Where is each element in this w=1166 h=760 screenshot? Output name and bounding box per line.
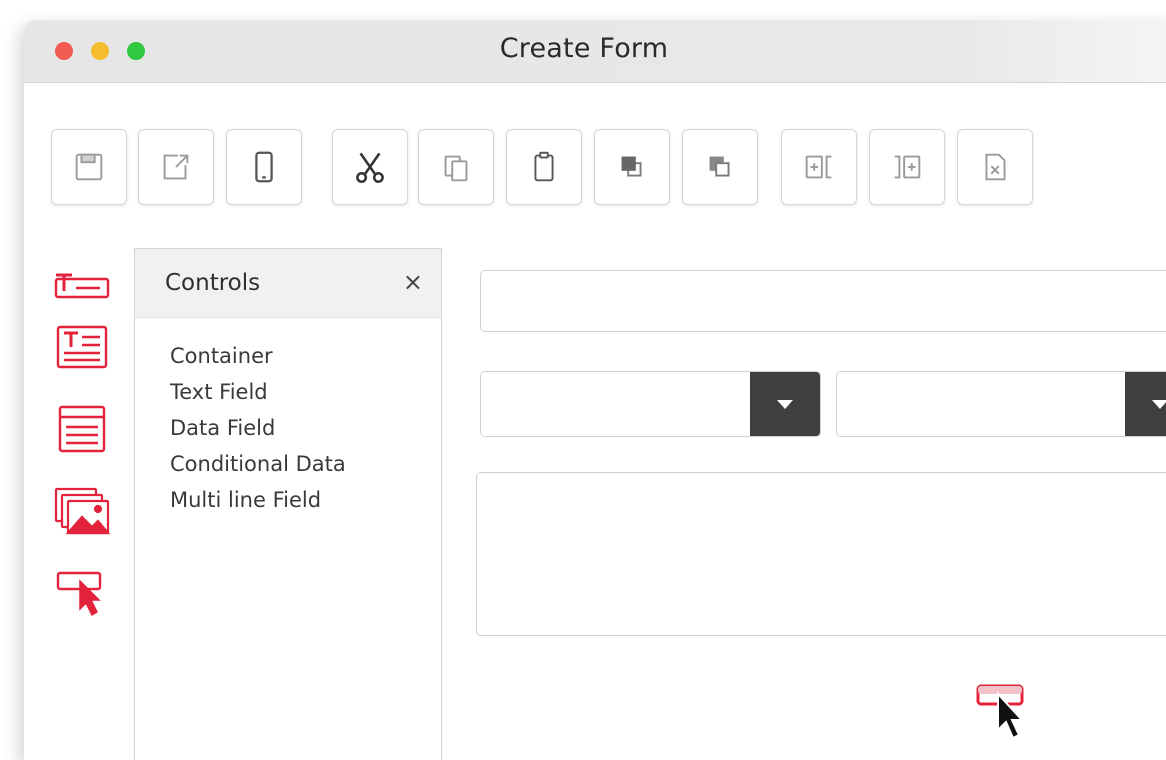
controls-panel: Controls × Container Text Field Data Fie… <box>134 248 442 760</box>
save-button[interactable] <box>51 129 127 205</box>
app-window: Create Form Controls × Container Text Fi… <box>24 20 1166 760</box>
text-field-tool[interactable] <box>52 265 112 313</box>
button-tool[interactable] <box>52 569 112 617</box>
export-icon <box>163 154 189 180</box>
dragged-button-cursor-icon <box>976 684 1025 740</box>
copy-button[interactable] <box>418 129 494 205</box>
window-title: Create Form <box>499 33 669 64</box>
image-tool[interactable] <box>52 487 112 535</box>
delete-icon <box>985 153 1006 181</box>
mobile-icon <box>255 151 273 183</box>
image-gallery-icon <box>54 487 111 535</box>
chevron-down-icon[interactable] <box>750 372 820 436</box>
text-field-icon <box>54 273 110 299</box>
controls-panel-header: Controls × <box>135 249 441 318</box>
text-block-tool[interactable] <box>52 323 112 371</box>
scissors-icon <box>356 152 384 183</box>
form-text-input[interactable] <box>480 270 1166 332</box>
mobile-preview-button[interactable] <box>226 129 302 205</box>
insert-before-icon <box>805 155 832 179</box>
copy-icon <box>444 155 468 182</box>
insert-after-icon <box>894 155 921 179</box>
clipboard-icon <box>534 151 554 182</box>
controls-item-container[interactable]: Container <box>170 338 441 374</box>
export-button[interactable] <box>138 129 214 205</box>
button-cursor-icon <box>56 571 102 617</box>
delete-button[interactable] <box>957 129 1033 205</box>
controls-panel-title: Controls <box>165 270 261 296</box>
insert-after-button[interactable] <box>869 129 945 205</box>
bring-forward-button[interactable] <box>594 129 670 205</box>
form-textarea[interactable] <box>476 472 1166 636</box>
save-icon <box>75 153 103 181</box>
container-icon <box>58 405 106 453</box>
bring-forward-icon <box>621 156 642 177</box>
controls-item-data-field[interactable]: Data Field <box>170 410 441 446</box>
chevron-down-icon[interactable] <box>1125 372 1166 436</box>
controls-list: Container Text Field Data Field Conditio… <box>135 318 441 518</box>
close-icon[interactable]: × <box>403 268 423 296</box>
form-select-2[interactable] <box>836 371 1166 437</box>
controls-item-multi-line-field[interactable]: Multi line Field <box>170 482 441 518</box>
container-tool[interactable] <box>52 405 112 453</box>
form-select-1[interactable] <box>480 371 821 437</box>
paste-button[interactable] <box>506 129 582 205</box>
controls-item-text-field[interactable]: Text Field <box>170 374 441 410</box>
insert-before-button[interactable] <box>781 129 857 205</box>
cut-button[interactable] <box>332 129 408 205</box>
text-block-icon <box>56 325 108 369</box>
controls-item-conditional-data[interactable]: Conditional Data <box>170 446 441 482</box>
send-backward-button[interactable] <box>682 129 758 205</box>
title-bar: Create Form <box>24 20 1166 83</box>
send-backward-icon <box>709 156 730 177</box>
